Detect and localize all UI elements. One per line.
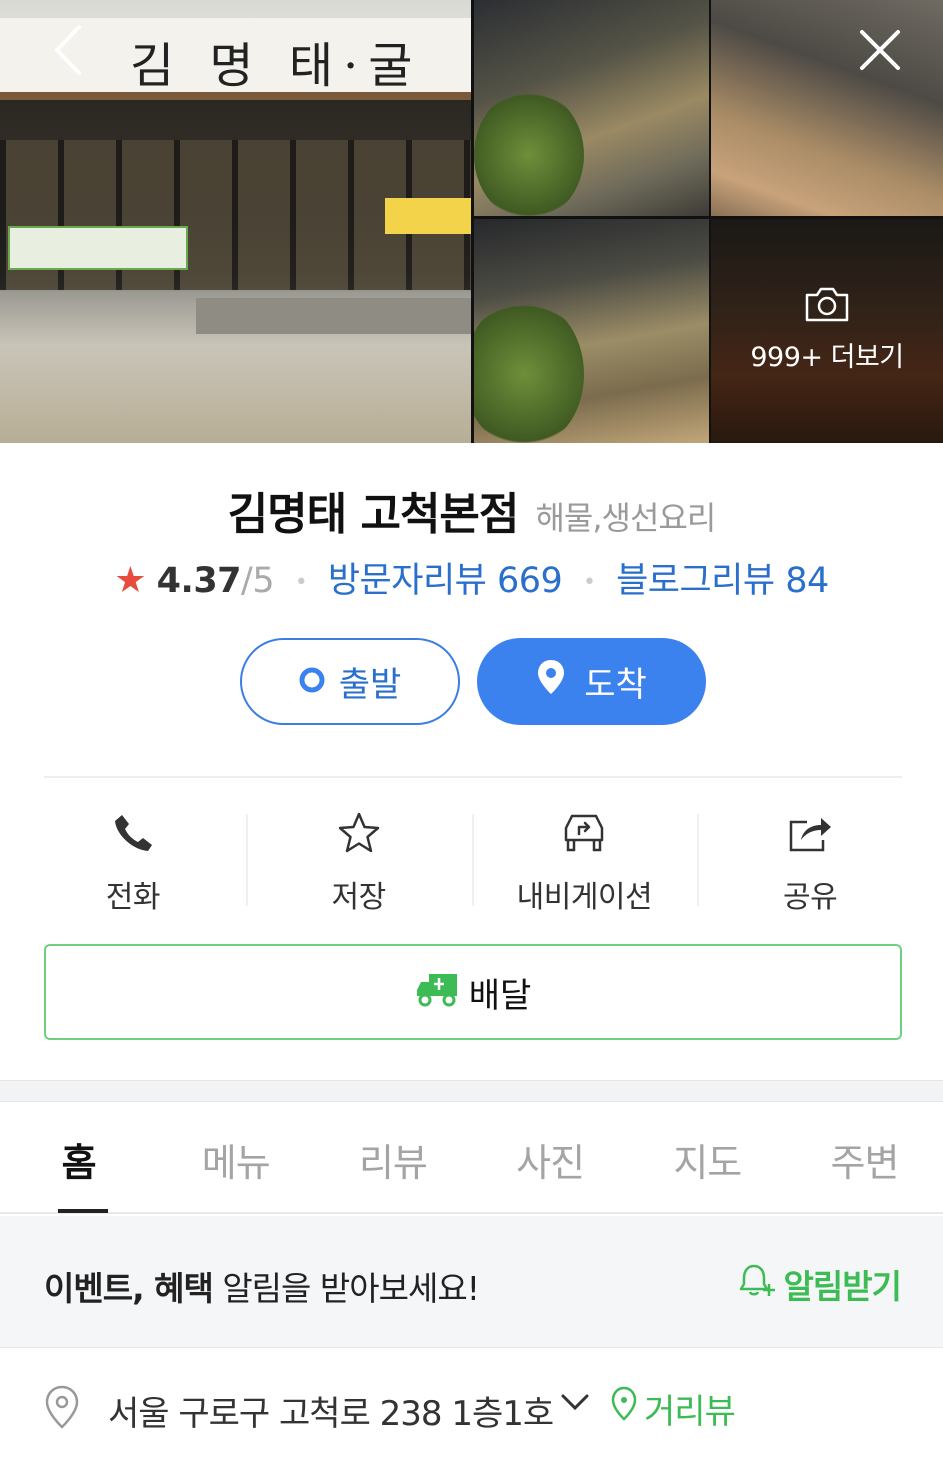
- more-photos-label: 999+ 더보기: [750, 342, 904, 373]
- camera-icon: [804, 287, 850, 327]
- store-sign-text: 김 명 태·굴: [130, 38, 423, 94]
- navigation-action[interactable]: 내비게이션: [471, 800, 698, 920]
- share-label: 공유: [783, 880, 838, 915]
- tab-menu[interactable]: 메뉴: [157, 1102, 314, 1212]
- star-filled-icon: ★: [114, 560, 147, 601]
- close-button[interactable]: [850, 22, 910, 82]
- chevron-down-icon[interactable]: [560, 1392, 590, 1416]
- origin-dot-icon: [299, 662, 325, 702]
- location-outline-icon: [44, 1384, 80, 1434]
- rating-score: 4.37: [156, 561, 242, 601]
- separator-dot: •: [294, 569, 308, 595]
- store-banner: [8, 226, 188, 270]
- subscribe-alerts-button[interactable]: 알림받기: [738, 1260, 902, 1308]
- location-pin-icon: [536, 658, 566, 705]
- call-label: 전화: [105, 880, 161, 915]
- close-icon: [856, 26, 904, 78]
- tab-photos[interactable]: 사진: [472, 1102, 629, 1212]
- phone-icon: [112, 808, 154, 858]
- notification-banner: 이벤트, 혜택 알림을 받아보세요! 알림받기: [0, 1216, 943, 1348]
- more-photos[interactable]: 999+ 더보기: [711, 285, 943, 374]
- tab-map[interactable]: 지도: [629, 1102, 786, 1212]
- delivery-label: 배달: [468, 975, 532, 1016]
- save-label: 저장: [331, 880, 387, 915]
- star-outline-icon: [336, 808, 382, 858]
- interior-photo-3[interactable]: [474, 219, 709, 443]
- street-view-label: 거리뷰: [644, 1392, 736, 1432]
- blog-reviews-link[interactable]: 블로그리뷰 84: [616, 561, 829, 601]
- delivery-button[interactable]: 배달: [44, 944, 902, 1040]
- rating-row: ★ 4.37/5 • 방문자리뷰 669 • 블로그리뷰 84: [0, 552, 943, 603]
- store-step: [196, 298, 471, 334]
- back-button[interactable]: [38, 22, 98, 82]
- depart-label: 출발: [338, 665, 402, 705]
- share-action[interactable]: 공유: [697, 800, 923, 920]
- subscribe-alerts-label: 알림받기: [783, 1267, 902, 1306]
- navigation-label: 내비게이션: [516, 880, 653, 915]
- arrive-button[interactable]: 도착: [477, 638, 706, 725]
- street-view-pin-icon: [610, 1386, 638, 1431]
- separator-dot: •: [582, 569, 596, 595]
- notification-text: 이벤트, 혜택 알림을 받아보세요!: [44, 1262, 480, 1310]
- place-name: 김명태 고척본점: [227, 489, 520, 540]
- interior-photo-1[interactable]: [474, 0, 709, 216]
- action-bar: 전화 저장 내비게이션 공유: [20, 800, 923, 920]
- photo-gallery[interactable]: 김 명 태·굴 999+ 더보기: [0, 0, 943, 443]
- arrive-label: 도착: [584, 665, 647, 705]
- section-divider: [44, 776, 902, 778]
- save-action[interactable]: 저장: [245, 800, 472, 920]
- delivery-truck-icon: [415, 968, 461, 1017]
- address-row: 서울 구로구 고척로 238 1층1호 거리뷰: [0, 1380, 943, 1440]
- tab-reviews[interactable]: 리뷰: [314, 1102, 471, 1212]
- section-gap: [0, 1080, 943, 1102]
- place-category: 해물,생선요리: [535, 499, 716, 537]
- place-title-row: 김명태 고척본점 해물,생선요리: [0, 478, 943, 542]
- call-action[interactable]: 전화: [20, 800, 246, 920]
- rating-out-of: /5: [241, 561, 275, 601]
- tab-nearby[interactable]: 주변: [786, 1102, 943, 1212]
- store-banner-yellow: [385, 198, 471, 234]
- tab-bar: 홈 메뉴 리뷰 사진 지도 주변: [0, 1102, 943, 1214]
- tab-home[interactable]: 홈: [0, 1102, 157, 1213]
- address-text: 서울 구로구 고척로 238 1층1호: [108, 1394, 554, 1434]
- share-icon: [787, 808, 833, 858]
- notification-bold-text: 이벤트, 혜택: [44, 1269, 214, 1308]
- notification-rest-text: 알림을 받아보세요!: [212, 1269, 480, 1308]
- chevron-left-icon: [51, 23, 85, 81]
- car-navigation-icon: [560, 808, 608, 858]
- depart-button[interactable]: 출발: [240, 638, 460, 725]
- street-view-link[interactable]: 거리뷰: [610, 1384, 736, 1433]
- bell-plus-icon: [738, 1262, 778, 1306]
- visitor-reviews-link[interactable]: 방문자리뷰 669: [328, 561, 563, 601]
